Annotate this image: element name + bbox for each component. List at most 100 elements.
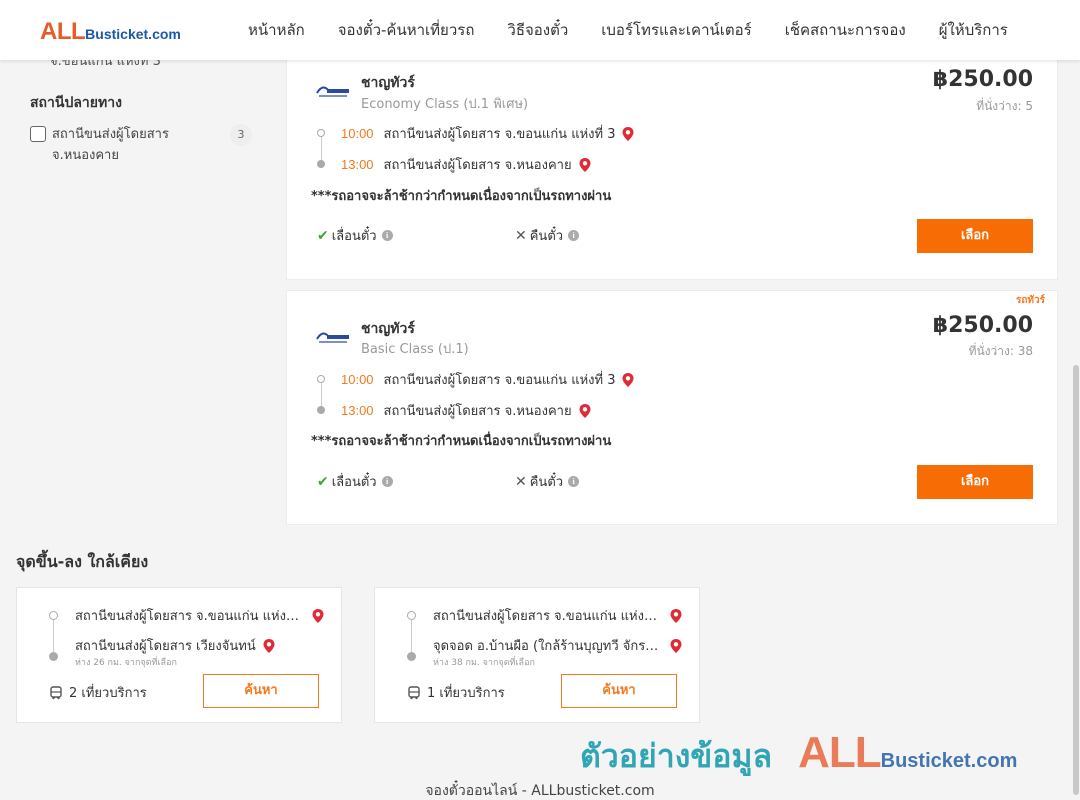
destination-dot (407, 652, 416, 661)
trip-route: 10:00 สถานีขนส่งผู้โดยสาร จ.ขอนแก่น แห่ง… (315, 364, 735, 426)
nearby-distance: ห่าง 38 กม. จากจุดที่เลือก (433, 658, 535, 668)
nearby-trip-count-label: 2 เที่ยวบริการ (69, 686, 147, 701)
departure-place: สถานีขนส่งผู้โดยสาร จ.ขอนแก่น แห่งที่ 3 (383, 373, 616, 388)
nearby-destination-name: จุดจอด อ.บ้านผือ (ใกล้ร้านบุญทวี จักรยาน… (433, 639, 663, 654)
nearby-trip-count-label: 1 เที่ยวบริการ (427, 686, 505, 701)
nearby-destination: สถานีขนส่งผู้โดยสาร เวียงจันทน์ (75, 635, 335, 656)
check-icon: ✔ (317, 473, 329, 490)
footer-text: จองตั๋วออนไลน์ - ALLbusticket.com (425, 783, 655, 799)
trip-card: ชาญทัวร์ Economy Class (ป.1 พิเศษ) ฿250.… (286, 40, 1058, 280)
map-pin-icon[interactable] (669, 638, 683, 654)
watermark-logo-all: ALL (798, 728, 882, 777)
map-pin-icon[interactable] (621, 126, 635, 142)
nearby-trip-count: 1 เที่ยวบริการ (407, 682, 505, 703)
refund-ticket-label: คืนตั๋ว (529, 475, 564, 490)
bus-type-tag: รถทัวร์ (1015, 295, 1045, 306)
nav-phone-counters[interactable]: เบอร์โทรและเคาน์เตอร์ (601, 18, 751, 42)
nav-home[interactable]: หน้าหลัก (248, 18, 305, 42)
info-icon[interactable]: i (568, 230, 580, 241)
nearby-route-card: สถานีขนส่งผู้โดยสาร จ.ขอนแก่น แห่งที่ 3 … (16, 587, 342, 723)
info-icon[interactable]: i (568, 476, 580, 487)
sample-data-watermark: ตัวอย่างข้อมูล ALL Busticket.com (580, 728, 1017, 782)
select-trip-button[interactable]: เลือก (917, 465, 1033, 499)
watermark-logo-busticket: Busticket.com (880, 750, 1018, 772)
filter-sidebar: จ.ขอนแก่น แห่งที่ 3 สถานีปลายทาง สถานีขน… (30, 50, 260, 166)
map-pin-icon[interactable] (262, 638, 276, 654)
nearby-origin-name: สถานีขนส่งผู้โดยสาร จ.ขอนแก่น แห่งที่ 3 (433, 609, 663, 624)
change-ticket-option: ✔ เลื่อนตั๋ว i (317, 471, 393, 492)
cross-icon: ✕ (515, 473, 527, 490)
departure-dot (317, 375, 325, 383)
nearby-destination: จุดจอด อ.บ้านผือ (ใกล้ร้านบุญทวี จักรยาน… (433, 635, 693, 656)
trip-price: ฿250.00 (932, 67, 1033, 92)
departure-dot (317, 129, 325, 137)
seats-available: ที่นั่งว่าง: 38 (968, 344, 1033, 358)
arrival-place: สถานีขนส่งผู้โดยสาร จ.หนองคาย (383, 404, 572, 419)
map-pin-icon[interactable] (578, 403, 592, 419)
nearby-distance: ห่าง 26 กม. จากจุดที่เลือก (75, 658, 177, 668)
trip-price: ฿250.00 (932, 313, 1033, 338)
destination-filter-title: สถานีปลายทาง (30, 95, 122, 111)
arrival-stop: 13:00 สถานีขนส่งผู้โดยสาร จ.หนองคาย (315, 395, 735, 426)
nearby-destination-name: สถานีขนส่งผู้โดยสาร เวียงจันทน์ (75, 639, 256, 654)
refund-ticket-label: คืนตั๋ว (529, 229, 564, 244)
scrollbar-thumb[interactable] (1073, 365, 1079, 795)
destination-dot (49, 652, 58, 661)
arrival-time: 13:00 (341, 157, 374, 172)
info-icon[interactable]: i (381, 230, 393, 241)
arrival-dot (317, 160, 325, 168)
nav-check-booking[interactable]: เช็คสถานะการจอง (785, 18, 906, 42)
nav-book-search[interactable]: จองตั๋ว-ค้นหาเที่ยวรถ (338, 18, 475, 42)
nearby-stops-title: จุดขึ้น-ลง ใกล้เคียง (16, 552, 149, 571)
departure-time: 10:00 (341, 126, 374, 141)
bus-class: Basic Class (ป.1) (361, 342, 469, 357)
trip-card: รถทัวร์ ชาญทัวร์ Basic Class (ป.1) ฿250.… (286, 290, 1058, 525)
destination-checkbox[interactable] (30, 126, 46, 142)
refund-ticket-option: ✕ คืนตั๋ว i (515, 225, 580, 246)
bus-icon (408, 685, 420, 699)
nearby-search-button[interactable]: ค้นหา (561, 674, 677, 708)
departure-time: 10:00 (341, 372, 374, 387)
seats-available: ที่นั่งว่าง: 5 (976, 99, 1033, 113)
arrival-stop: 13:00 สถานีขนส่งผู้โดยสาร จ.หนองคาย (315, 149, 735, 180)
departure-stop: 10:00 สถานีขนส่งผู้โดยสาร จ.ขอนแก่น แห่ง… (315, 118, 735, 161)
arrival-dot (317, 406, 325, 414)
destination-filter-item[interactable]: สถานีขนส่งผู้โดยสาร จ.หนองคาย 3 (30, 124, 260, 166)
operator-name: ชาญทัวร์ (361, 321, 415, 337)
top-header: ALL Busticket.com หน้าหลัก จองตั๋ว-ค้นหา… (0, 0, 1080, 60)
map-pin-icon[interactable] (621, 372, 635, 388)
select-trip-button[interactable]: เลือก (917, 219, 1033, 253)
departure-place: สถานีขนส่งผู้โดยสาร จ.ขอนแก่น แห่งที่ 3 (383, 127, 616, 142)
operator-logo-icon (316, 332, 349, 343)
arrival-place: สถานีขนส่งผู้โดยสาร จ.หนองคาย (383, 158, 572, 173)
site-logo[interactable]: ALL Busticket.com (40, 18, 181, 46)
cross-icon: ✕ (515, 227, 527, 244)
info-icon[interactable]: i (381, 476, 393, 487)
destination-count-badge: 3 (230, 124, 252, 146)
nearby-origin: สถานีขนส่งผู้โดยสาร จ.ขอนแก่น แห่งที่ 3 (75, 605, 335, 626)
watermark-thai-text: ตัวอย่างข้อมูล (580, 737, 773, 775)
operator-name: ชาญทัวร์ (361, 75, 415, 91)
origin-dot (407, 611, 416, 620)
refund-ticket-option: ✕ คืนตั๋ว i (515, 471, 580, 492)
nearby-origin: สถานีขนส่งผู้โดยสาร จ.ขอนแก่น แห่งที่ 3 (433, 605, 693, 626)
origin-dot (49, 611, 58, 620)
page-scrollbar[interactable] (1072, 60, 1080, 800)
map-pin-icon[interactable] (311, 608, 325, 624)
map-pin-icon[interactable] (578, 157, 592, 173)
arrival-time: 13:00 (341, 403, 374, 418)
check-icon: ✔ (317, 227, 329, 244)
change-ticket-label: เลื่อนตั๋ว (331, 475, 377, 490)
nav-operators[interactable]: ผู้ให้บริการ (939, 18, 1008, 42)
bus-class: Economy Class (ป.1 พิเศษ) (361, 97, 529, 112)
logo-all: ALL (40, 18, 86, 45)
nearby-origin-name: สถานีขนส่งผู้โดยสาร จ.ขอนแก่น แห่งที่ 3 (75, 609, 305, 624)
route-line (411, 620, 412, 652)
nearby-search-button[interactable]: ค้นหา (203, 674, 319, 708)
operator-logo-icon (316, 86, 349, 97)
map-pin-icon[interactable] (669, 608, 683, 624)
nearby-trip-count: 2 เที่ยวบริการ (49, 682, 147, 703)
departure-stop: 10:00 สถานีขนส่งผู้โดยสาร จ.ขอนแก่น แห่ง… (315, 364, 735, 407)
change-ticket-label: เลื่อนตั๋ว (331, 229, 377, 244)
nav-how-to-book[interactable]: วิธีจองตั๋ว (507, 18, 568, 42)
